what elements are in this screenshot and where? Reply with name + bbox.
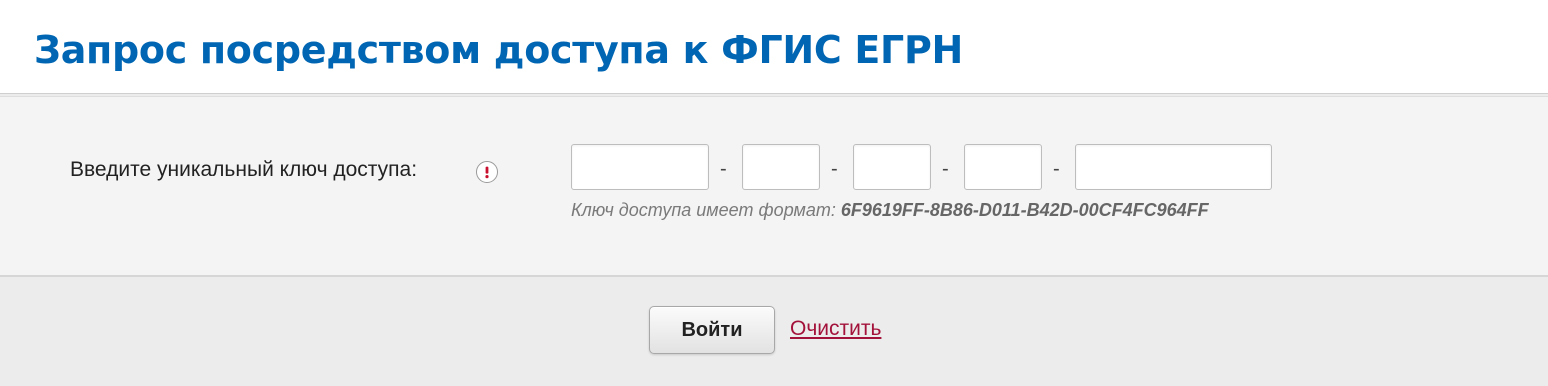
key-separator: -: [720, 158, 727, 180]
access-key-segment-5-input[interactable]: [1075, 144, 1272, 190]
key-separator: -: [1053, 158, 1060, 180]
access-key-segment-1-input[interactable]: [571, 144, 709, 190]
access-key-label: Введите уникальный ключ доступа:: [70, 158, 418, 181]
key-separator: -: [942, 158, 949, 180]
page-title: Запрос посредством доступа к ФГИС ЕГРН: [34, 28, 964, 72]
exclamation-glyph-icon: [485, 166, 489, 179]
format-hint-prefix: Ключ доступа имеет формат:: [571, 200, 841, 220]
login-button[interactable]: Войти: [649, 306, 775, 354]
clear-link[interactable]: Очистить: [790, 316, 881, 342]
access-key-segment-2-input[interactable]: [742, 144, 820, 190]
format-example: 6F9619FF-8B86-D011-B42D-00CF4FC964FF: [840, 200, 1209, 220]
access-key-segment-4-input[interactable]: [964, 144, 1042, 190]
access-key-segment-3-input[interactable]: [853, 144, 931, 190]
key-format-hint: Ключ доступа имеет формат: 6F9619FF-8B86…: [571, 199, 1209, 221]
exclamation-info-icon[interactable]: [476, 161, 498, 183]
key-separator: -: [831, 158, 838, 180]
